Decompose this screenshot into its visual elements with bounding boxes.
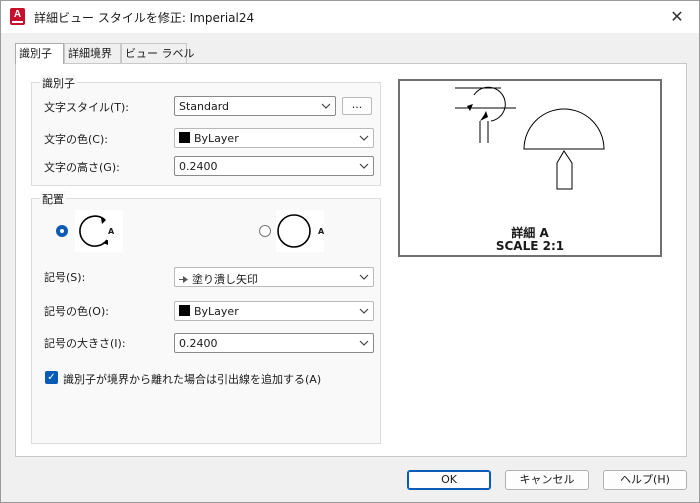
text-style-combo[interactable]: Standard: [174, 96, 336, 116]
checkmark-icon: ✓: [47, 372, 56, 383]
text-color-combo[interactable]: ByLayer: [174, 128, 374, 148]
placement-option-1-radio[interactable]: [56, 225, 68, 237]
symbol-value: 塗り潰し矢印: [192, 273, 258, 286]
placement-option-2-radio[interactable]: [259, 225, 271, 237]
help-button[interactable]: ヘルプ(H): [603, 470, 687, 490]
style-preview: 詳細 A SCALE 2:1: [398, 79, 662, 257]
chevron-down-icon: [359, 135, 369, 141]
placement-group-title: 配置: [40, 191, 66, 207]
symbol-combo[interactable]: 塗り潰し矢印: [174, 267, 374, 287]
text-height-combo[interactable]: 0.2400: [174, 156, 374, 176]
placement-option-1-letter: A: [108, 227, 115, 236]
color-swatch: [179, 132, 190, 143]
title-bar: A 詳細ビュー スタイルを修正: Imperial24 ✕: [1, 1, 699, 33]
chevron-down-icon: [359, 340, 369, 346]
symbol-color-label: 記号の色(O):: [44, 305, 109, 318]
symbol-size-combo[interactable]: 0.2400: [174, 333, 374, 353]
text-style-label: 文字スタイル(T):: [44, 101, 130, 114]
chevron-down-icon: [359, 163, 369, 169]
text-style-browse-button[interactable]: ...: [342, 97, 372, 115]
close-icon: ✕: [670, 7, 684, 26]
tab-identifier[interactable]: 識別子: [15, 43, 64, 64]
add-leader-checkbox[interactable]: ✓: [45, 371, 58, 384]
text-style-value: Standard: [179, 100, 230, 113]
symbol-size-value: 0.2400: [179, 337, 218, 350]
text-height-label: 文字の高さ(G):: [44, 161, 120, 174]
placement-option-2-letter: A: [318, 227, 325, 236]
symbol-label: 記号(S):: [44, 271, 86, 284]
text-color-label: 文字の色(C):: [44, 133, 108, 146]
chevron-down-icon: [359, 274, 369, 280]
chevron-down-icon: [359, 308, 369, 314]
filled-arrow-icon: [179, 276, 188, 283]
preview-caption-scale: SCALE 2:1: [495, 239, 565, 253]
placement-group: 配置 A A 記号(S): 塗り潰し矢印 記号の色(O): ByLayer 記号…: [31, 191, 381, 444]
ok-button[interactable]: OK: [407, 470, 491, 490]
window-title: 詳細ビュー スタイルを修正: Imperial24: [34, 11, 255, 25]
close-button[interactable]: ✕: [659, 3, 695, 31]
text-height-value: 0.2400: [179, 160, 218, 173]
cancel-button[interactable]: キャンセル: [505, 470, 589, 490]
chevron-down-icon: [321, 103, 331, 109]
identifier-group-title: 識別子: [40, 75, 77, 91]
text-color-value: ByLayer: [194, 132, 239, 145]
identifier-leader-icon: [75, 210, 123, 252]
app-icon-letter: A: [13, 9, 22, 20]
add-leader-label[interactable]: 識別子が境界から離れた場合は引出線を追加する(A): [63, 371, 321, 387]
identifier-group: 識別子 文字スタイル(T): Standard ... 文字の色(C): ByL…: [31, 75, 381, 186]
autocad-app-icon: A: [10, 8, 25, 25]
tab-view-label[interactable]: ビュー ラベル: [121, 43, 195, 63]
symbol-color-combo[interactable]: ByLayer: [174, 301, 374, 321]
color-swatch: [179, 305, 190, 316]
tab-detail-boundary[interactable]: 詳細境界: [64, 43, 121, 63]
symbol-size-label: 記号の大きさ(I):: [44, 337, 126, 350]
symbol-color-value: ByLayer: [194, 305, 239, 318]
dialog-window: A 詳細ビュー スタイルを修正: Imperial24 ✕ 識別子 詳細境界 ビ…: [0, 0, 700, 503]
identifier-circle-icon: [276, 210, 324, 252]
